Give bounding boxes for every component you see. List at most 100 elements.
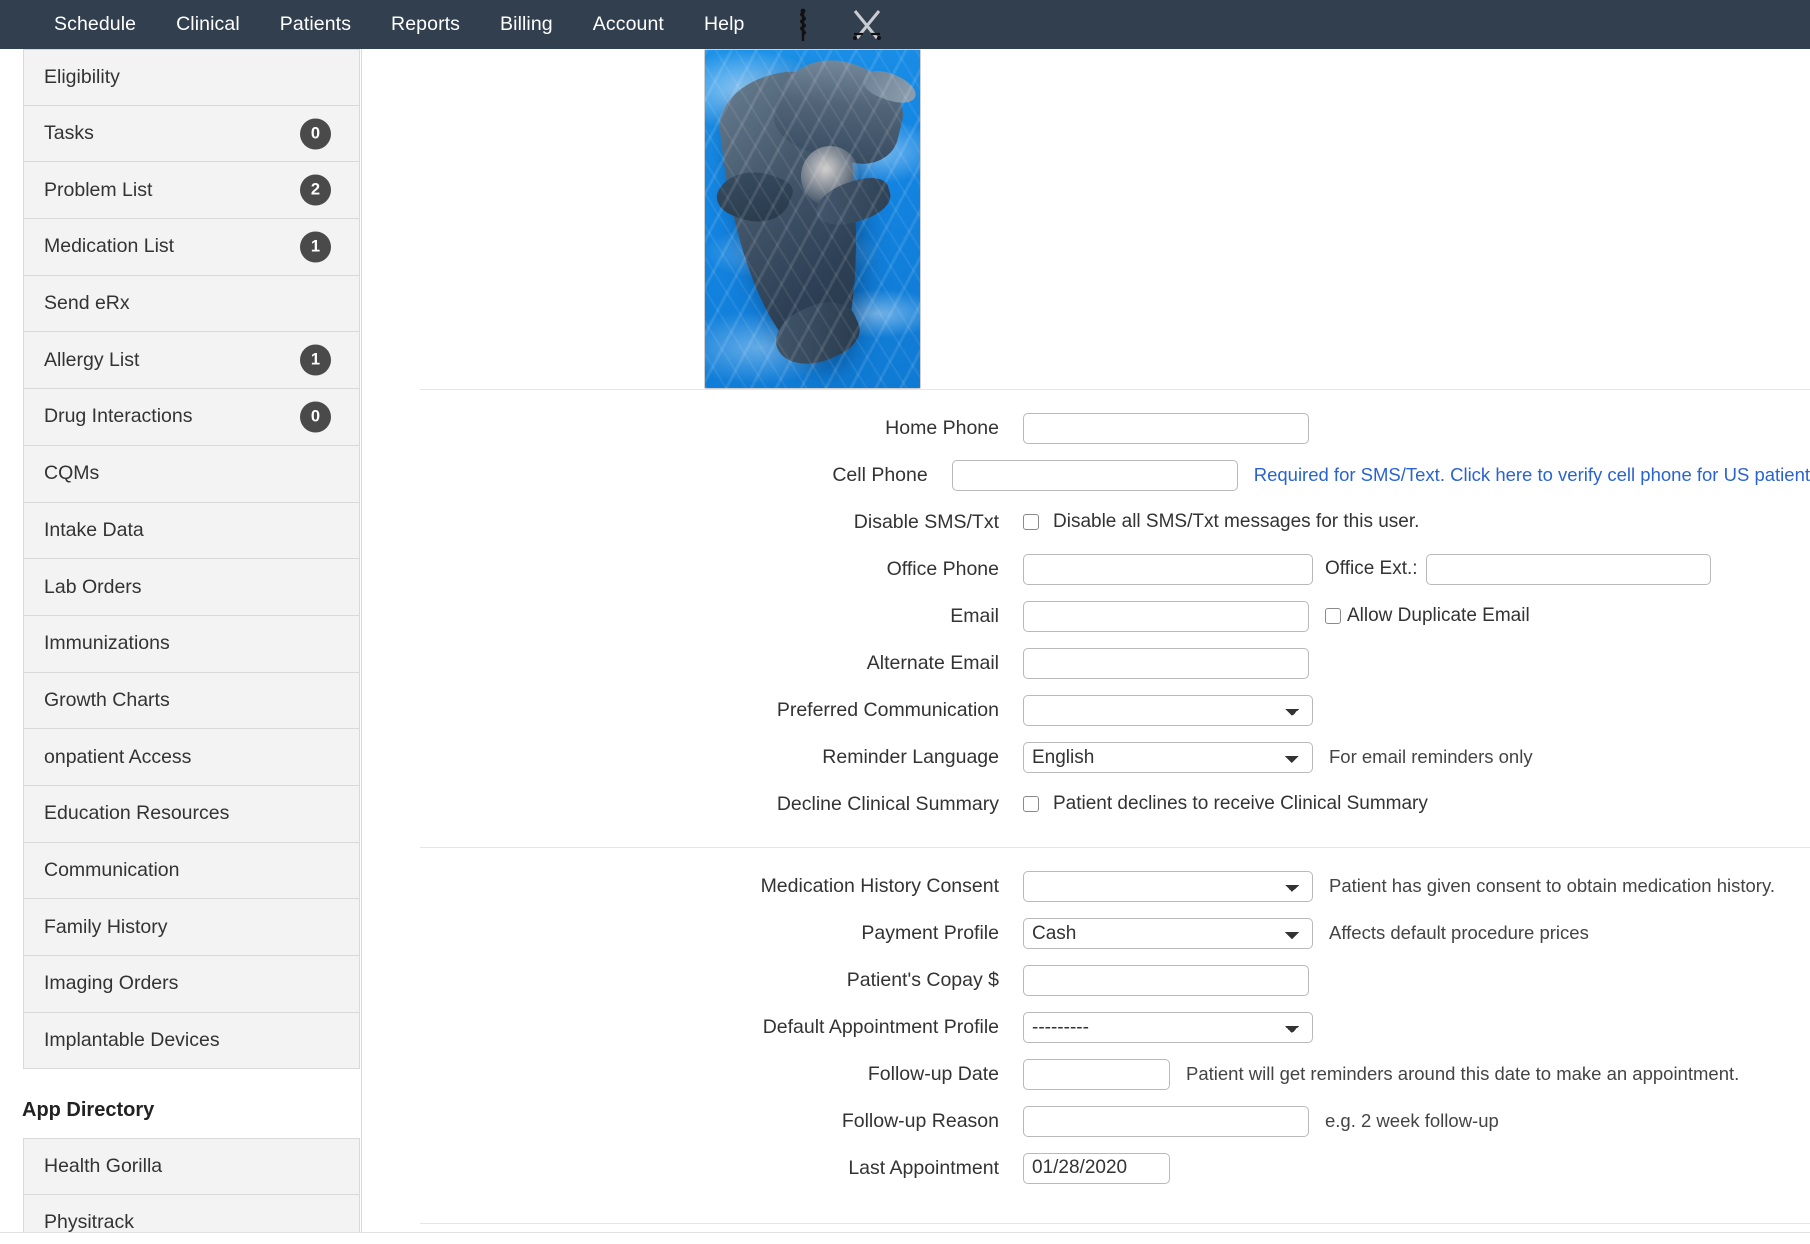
sidebar-item-label: Family History bbox=[44, 915, 168, 938]
sidebar-item-label: onpatient Access bbox=[44, 745, 192, 768]
application-window: Schedule Clinical Patients Reports Billi… bbox=[0, 0, 1810, 1244]
sidebar-item-growth-charts[interactable]: Growth Charts bbox=[23, 672, 360, 730]
hint-follow-up-reason: e.g. 2 week follow-up bbox=[1325, 1110, 1499, 1131]
sidebar-item-label: Communication bbox=[44, 858, 180, 881]
patient-photo bbox=[704, 49, 921, 389]
input-email[interactable] bbox=[1023, 600, 1309, 632]
sidebar-item-badge: 2 bbox=[300, 174, 331, 206]
form-row-patient-s-copay: Patient's Copay $ bbox=[363, 960, 1810, 1000]
select-default-appointment-profile[interactable]: --------- bbox=[1023, 1011, 1313, 1043]
left-sidebar: Eligibility Tasks 0 Problem List 2 Medication… bbox=[0, 49, 362, 1244]
nav-item-billing[interactable]: Billing bbox=[480, 0, 573, 49]
sidebar-item-drug-interactions[interactable]: Drug Interactions 0 bbox=[23, 389, 360, 446]
checkbox-disable-sms-txt[interactable] bbox=[1023, 514, 1039, 530]
field-default-appointment-profile: --------- bbox=[1023, 1011, 1313, 1043]
nav-item-help[interactable]: Help bbox=[684, 0, 765, 49]
input-patient-s-copay[interactable] bbox=[1023, 964, 1309, 996]
sidebar-item-imaging-orders[interactable]: Imaging Orders bbox=[23, 956, 360, 1013]
field-payment-profile: Cash Affects default procedure prices bbox=[1023, 917, 1589, 949]
field-medication-history-consent: Patient has given consent to obtain medi… bbox=[1023, 870, 1775, 902]
label-decline-clinical-summary: Decline Clinical Summary bbox=[776, 792, 999, 815]
select-preferred-communication[interactable] bbox=[1023, 694, 1313, 726]
field-follow-up-date: Patient will get reminders around this d… bbox=[1023, 1058, 1739, 1090]
sidebar-item-badge: 0 bbox=[300, 401, 331, 433]
sidebar-item-onpatient-access[interactable]: onpatient Access bbox=[23, 729, 360, 786]
field-office-phone: Office Ext.: bbox=[1023, 553, 1711, 585]
sidebar-item-education-resources[interactable]: Education Resources bbox=[23, 785, 360, 843]
sidebar-item-label: Immunizations bbox=[44, 632, 170, 655]
field-cell-phone: Required for SMS/Text. Click here to ver… bbox=[951, 459, 1810, 491]
sidebar-item-cqms[interactable]: CQMs bbox=[23, 445, 360, 503]
field-disable-sms-txt: Disable all SMS/Txt messages for this us… bbox=[1023, 511, 1419, 533]
hint-link-cell-phone[interactable]: Required for SMS/Text. Click here to ver… bbox=[1254, 464, 1810, 486]
input-follow-up-reason[interactable] bbox=[1023, 1105, 1309, 1137]
nav-item-schedule[interactable]: Schedule bbox=[34, 0, 156, 49]
billing-and-followup-section: Medication History Consent Patient has gi… bbox=[363, 848, 1810, 1211]
sidebar-item-allergy-list[interactable]: Allergy List 1 bbox=[23, 332, 360, 390]
top-navigation-bar: Schedule Clinical Patients Reports Billi… bbox=[0, 0, 1810, 49]
nav-item-account[interactable]: Account bbox=[573, 0, 684, 49]
label-reminder-language: Reminder Language bbox=[822, 745, 999, 768]
sidebar-item-communication[interactable]: Communication bbox=[23, 842, 360, 900]
sidebar-app-item-health-gorilla[interactable]: Health Gorilla bbox=[23, 1138, 360, 1196]
sidebar-item-badge: 1 bbox=[300, 231, 331, 263]
form-row-default-appointment-profile: Default Appointment Profile --------- bbox=[363, 1007, 1810, 1047]
select-medication-history-consent[interactable] bbox=[1023, 870, 1313, 902]
sidebar-item-label: Send eRx bbox=[44, 292, 130, 315]
checkbox-decline-clinical-summary[interactable] bbox=[1023, 796, 1039, 812]
sidebar-item-implantable-devices[interactable]: Implantable Devices bbox=[23, 1012, 360, 1070]
input-cell-phone[interactable] bbox=[951, 459, 1238, 491]
form-row-follow-up-reason: Follow-up Reason e.g. 2 week follow-up bbox=[363, 1101, 1810, 1141]
main-content-area: Home Phone Cell Phone Required for SMS/Tex… bbox=[363, 49, 1810, 1244]
form-row-cell-phone: Cell Phone Required for SMS/Text. Click h… bbox=[363, 455, 1810, 495]
sidebar-content-divider bbox=[361, 49, 362, 1244]
sidebar-item-family-history[interactable]: Family History bbox=[23, 899, 360, 956]
caduceus-icon[interactable] bbox=[786, 5, 820, 45]
sidebar-item-immunizations[interactable]: Immunizations bbox=[23, 615, 360, 673]
input-follow-up-date[interactable] bbox=[1023, 1058, 1170, 1090]
sidebar-item-medication-list[interactable]: Medication List 1 bbox=[23, 219, 360, 276]
sidebar-item-intake-data[interactable]: Intake Data bbox=[23, 502, 360, 560]
sidebar-item-label: Medication List bbox=[44, 235, 175, 258]
sidebar-item-label: Drug Interactions bbox=[44, 405, 193, 428]
select-payment-profile[interactable]: Cash bbox=[1023, 917, 1313, 949]
field-follow-up-reason: e.g. 2 week follow-up bbox=[1023, 1105, 1499, 1137]
form-row-payment-profile: Payment Profile Cash Affects default proce… bbox=[363, 913, 1810, 953]
select-reminder-language[interactable]: English bbox=[1023, 741, 1313, 773]
label-follow-up-date: Follow-up Date bbox=[867, 1062, 999, 1085]
field-home-phone bbox=[1023, 412, 1309, 444]
sidebar-menu: Eligibility Tasks 0 Problem List 2 Medication… bbox=[23, 49, 360, 1070]
input-office-phone[interactable] bbox=[1023, 553, 1313, 585]
form-row-email: Email Allow Duplicate Email bbox=[363, 596, 1810, 636]
sidebar-item-lab-orders[interactable]: Lab Orders bbox=[23, 559, 360, 616]
sidebar-item-send-erx[interactable]: Send eRx bbox=[23, 275, 360, 333]
sidebar-item-label: Allergy List bbox=[44, 348, 140, 371]
input-office-ext[interactable] bbox=[1425, 553, 1711, 585]
nav-item-reports[interactable]: Reports bbox=[371, 0, 480, 49]
hint-medication-history-consent: Patient has given consent to obtain medi… bbox=[1329, 875, 1775, 896]
crossed-swords-icon[interactable] bbox=[850, 5, 884, 45]
nav-item-clinical[interactable]: Clinical bbox=[156, 0, 260, 49]
sidebar-item-label: Education Resources bbox=[44, 802, 230, 825]
input-home-phone[interactable] bbox=[1023, 412, 1309, 444]
field-preferred-communication bbox=[1023, 694, 1313, 726]
checkbox-allow-duplicate-email[interactable] bbox=[1325, 608, 1341, 624]
input-last-appointment[interactable] bbox=[1023, 1152, 1170, 1184]
form-row-last-appointment: Last Appointment bbox=[363, 1148, 1810, 1188]
label-medication-history-consent: Medication History Consent bbox=[760, 874, 999, 897]
label-patient-s-copay: Patient's Copay $ bbox=[846, 968, 999, 991]
label-preferred-communication: Preferred Communication bbox=[776, 698, 999, 721]
sidebar-app-item-label: Health Gorilla bbox=[44, 1155, 163, 1178]
sidebar-item-problem-list[interactable]: Problem List 2 bbox=[23, 162, 360, 220]
sidebar-item-tasks[interactable]: Tasks 0 bbox=[23, 105, 360, 163]
label-disable-sms-txt: Disable SMS/Txt bbox=[853, 510, 999, 533]
input-alternate-email[interactable] bbox=[1023, 647, 1309, 679]
sidebar-item-label: Eligibility bbox=[44, 65, 120, 88]
label-payment-profile: Payment Profile bbox=[861, 921, 999, 944]
field-patient-s-copay bbox=[1023, 964, 1309, 996]
form-row-home-phone: Home Phone bbox=[363, 408, 1810, 448]
form-row-reminder-language: Reminder Language English For email remind… bbox=[363, 737, 1810, 777]
sidebar-item-eligibility[interactable]: Eligibility bbox=[23, 49, 360, 106]
nav-item-patients[interactable]: Patients bbox=[260, 0, 371, 49]
sidebar-item-label: Intake Data bbox=[44, 518, 144, 541]
